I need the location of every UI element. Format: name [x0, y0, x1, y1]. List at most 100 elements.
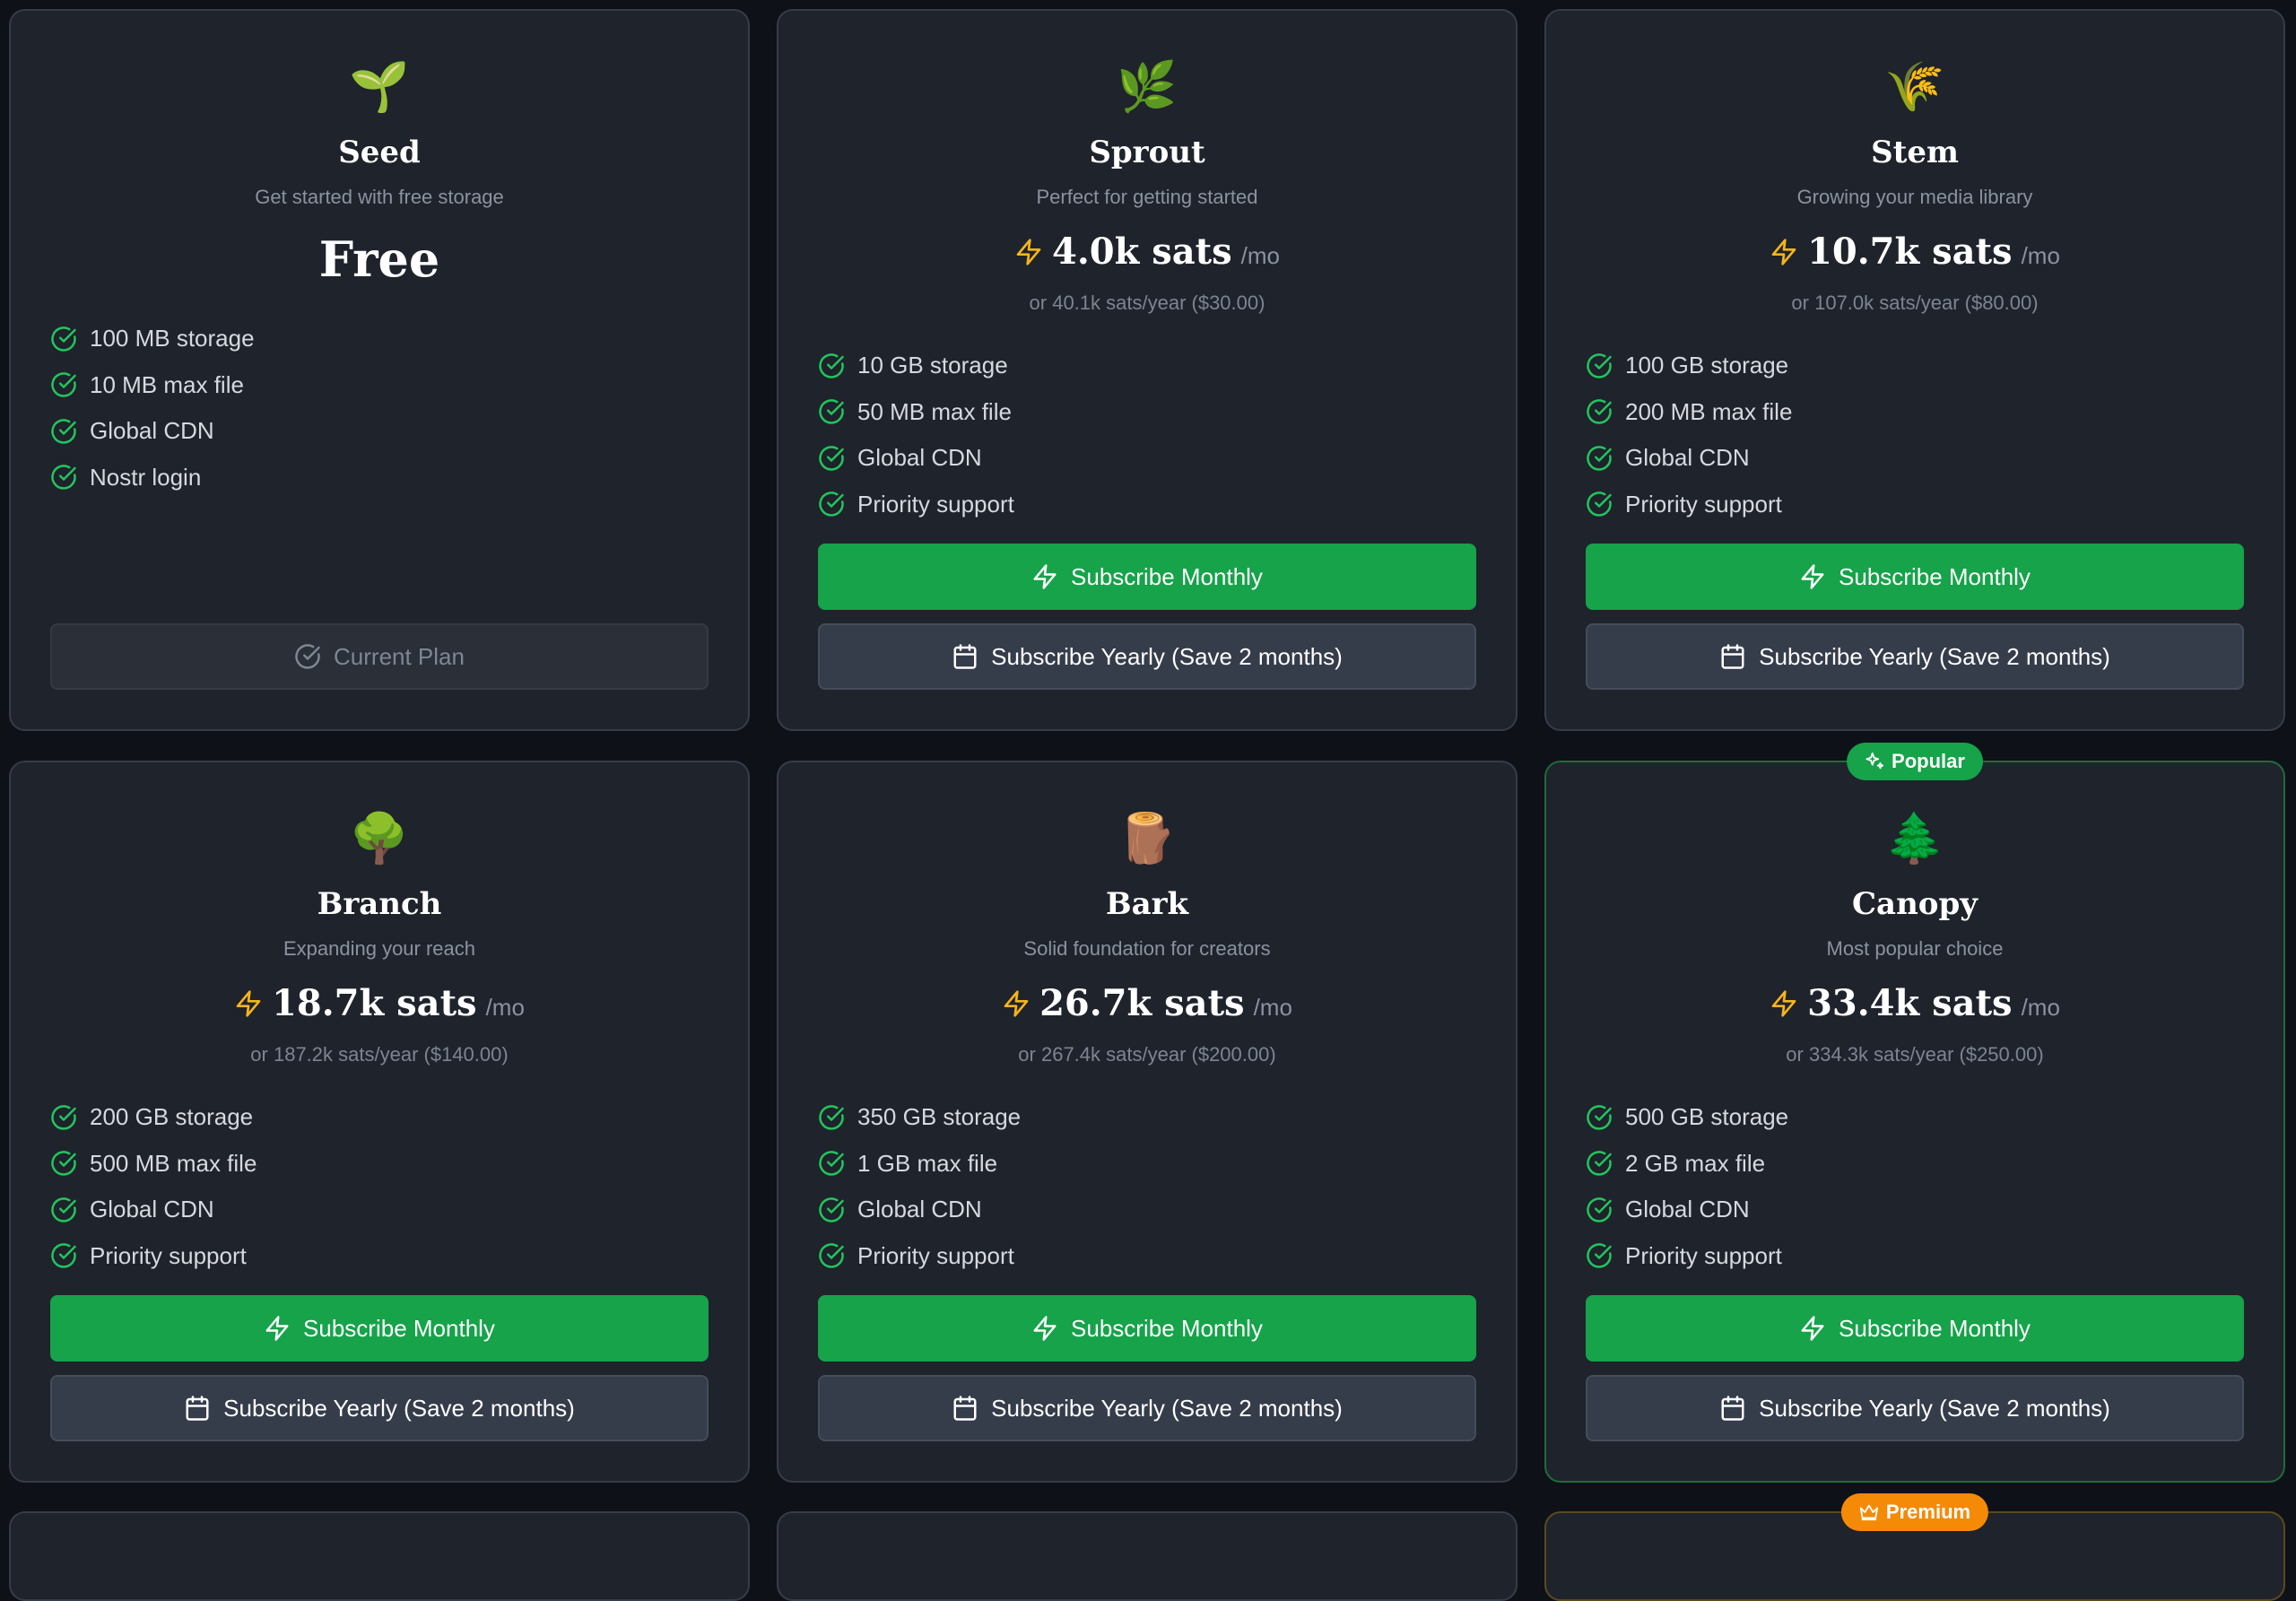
yearly-price: or 107.0k sats/year ($80.00) [1791, 291, 2039, 314]
feature-list: 500 GB storage 2 GB max file Global CDN … [1586, 1094, 2244, 1279]
lightning-icon [1016, 238, 1041, 265]
yearly-price: or 40.1k sats/year ($30.00) [1029, 291, 1265, 314]
feature-item: 350 GB storage [818, 1094, 1476, 1141]
subscribe-monthly-button[interactable]: Subscribe Monthly [818, 544, 1476, 610]
feature-label: 100 MB storage [90, 325, 255, 352]
price-period: /mo [2021, 994, 2060, 1021]
price-amount: 10.7k sats [1807, 231, 2013, 273]
check-circle-icon [819, 352, 844, 378]
subscribe-yearly-label: Subscribe Yearly (Save 2 months) [1759, 1394, 2110, 1422]
check-circle-icon [51, 326, 76, 352]
plan-card-stem: 🌾 Stem Growing your media library 10.7k … [1544, 9, 2285, 731]
seedling-icon: 🌱 [349, 60, 410, 114]
subscribe-monthly-button[interactable]: Subscribe Monthly [50, 1295, 709, 1362]
subscribe-monthly-label: Subscribe Monthly [1071, 562, 1263, 590]
feature-list: 350 GB storage 1 GB max file Global CDN … [818, 1094, 1476, 1279]
feature-item: 10 MB max file [50, 362, 709, 409]
check-circle-icon [51, 1196, 76, 1223]
lightning-icon [1033, 564, 1057, 589]
popular-badge-label: Popular [1892, 750, 1965, 772]
feature-item: 500 MB max file [50, 1141, 709, 1188]
feature-item: Global CDN [818, 435, 1476, 482]
check-circle-icon [1587, 352, 1612, 378]
feature-label: Global CDN [857, 1196, 982, 1223]
feature-label: 500 GB storage [1625, 1103, 1789, 1131]
subscribe-monthly-button[interactable]: Subscribe Monthly [1586, 1295, 2244, 1362]
lightning-icon [1771, 989, 1796, 1017]
plan-name: Sprout [1089, 135, 1205, 170]
subscribe-yearly-label: Subscribe Yearly (Save 2 months) [991, 642, 1343, 670]
subscribe-yearly-button[interactable]: Subscribe Yearly (Save 2 months) [1586, 623, 2244, 690]
feature-label: 50 MB max file [857, 397, 1012, 425]
feature-item: 500 GB storage [1586, 1094, 2244, 1141]
check-circle-icon [1587, 399, 1612, 424]
yearly-price: or 334.3k sats/year ($250.00) [1786, 1043, 2044, 1066]
check-circle-icon [819, 1104, 844, 1130]
plan-price: 4.0k sats /mo [778, 231, 1516, 273]
plan-card-premium: Premium [1544, 1493, 2285, 1601]
plan-tagline: Get started with free storage [255, 186, 504, 208]
price-period: /mo [485, 994, 525, 1021]
plan-tagline: Solid foundation for creators [1023, 937, 1271, 960]
price-period: /mo [2021, 242, 2060, 269]
lightning-icon [1033, 1316, 1057, 1341]
feature-list: 200 GB storage 500 MB max file Global CD… [50, 1094, 709, 1279]
subscribe-monthly-label: Subscribe Monthly [1839, 1314, 2031, 1342]
current-plan-label: Current Plan [334, 642, 465, 670]
plan-price: 10.7k sats /mo [1546, 231, 2283, 273]
evergreen-tree-icon: 🌲 [1884, 812, 1945, 866]
feature-list: 10 GB storage 50 MB max file Global CDN … [818, 343, 1476, 527]
plan-name: Stem [1871, 135, 1959, 170]
feature-item: 200 MB max file [1586, 389, 2244, 436]
calendar-icon [953, 644, 977, 669]
feature-label: Priority support [1625, 490, 1782, 518]
plan-price: 33.4k sats /mo [1546, 982, 2283, 1024]
price-amount: 4.0k sats [1051, 231, 1232, 273]
subscribe-yearly-button[interactable]: Subscribe Yearly (Save 2 months) [818, 623, 1476, 690]
calendar-icon [1721, 1396, 1744, 1421]
feature-item: 100 GB storage [1586, 343, 2244, 389]
plan-card-partial [777, 1511, 1518, 1601]
subscribe-yearly-button[interactable]: Subscribe Yearly (Save 2 months) [1586, 1375, 2244, 1441]
feature-label: 2 GB max file [1625, 1149, 1766, 1177]
herb-icon: 🌿 [1117, 60, 1178, 114]
lightning-icon [236, 989, 261, 1017]
check-circle-icon [819, 1151, 844, 1176]
feature-label: 1 GB max file [857, 1149, 998, 1177]
subscribe-monthly-label: Subscribe Monthly [1839, 562, 2031, 590]
plan-name: Seed [338, 135, 421, 170]
feature-item: 100 MB storage [50, 316, 709, 362]
plan-card-partial [9, 1511, 750, 1601]
feature-item: Global CDN [1586, 435, 2244, 482]
plan-tagline: Most popular choice [1826, 937, 2004, 960]
feature-item: 200 GB storage [50, 1094, 709, 1141]
feature-label: Priority support [857, 490, 1014, 518]
feature-label: Priority support [857, 1241, 1014, 1269]
current-plan-button[interactable]: Current Plan [50, 623, 709, 690]
plan-card-branch: 🌳 Branch Expanding your reach 18.7k sats… [9, 761, 750, 1483]
check-circle-icon [819, 445, 844, 471]
feature-item: Priority support [1586, 1233, 2244, 1280]
subscribe-yearly-button[interactable]: Subscribe Yearly (Save 2 months) [50, 1375, 709, 1441]
feature-label: Global CDN [90, 1196, 214, 1223]
feature-item: Global CDN [50, 1187, 709, 1233]
check-circle-icon [1587, 492, 1612, 517]
check-circle-icon [819, 1243, 844, 1268]
sparkles-icon [1866, 752, 1884, 770]
subscribe-yearly-button[interactable]: Subscribe Yearly (Save 2 months) [818, 1375, 1476, 1441]
feature-label: 100 GB storage [1625, 352, 1789, 379]
feature-label: Priority support [90, 1241, 247, 1269]
rice-icon: 🌾 [1884, 60, 1945, 114]
pricing-grid: 🌱 Seed Get started with free storage Fre… [0, 0, 2296, 1601]
feature-label: Global CDN [857, 444, 982, 472]
feature-item: Priority support [818, 1233, 1476, 1280]
tree-icon: 🌳 [349, 812, 410, 866]
subscribe-yearly-label: Subscribe Yearly (Save 2 months) [991, 1394, 1343, 1422]
feature-label: Priority support [1625, 1241, 1782, 1269]
check-circle-icon [51, 1243, 76, 1268]
plan-tagline: Growing your media library [1796, 186, 2033, 208]
subscribe-monthly-button[interactable]: Subscribe Monthly [1586, 544, 2244, 610]
feature-item: Global CDN [818, 1187, 1476, 1233]
check-circle-icon [51, 418, 76, 444]
subscribe-monthly-button[interactable]: Subscribe Monthly [818, 1295, 1476, 1362]
